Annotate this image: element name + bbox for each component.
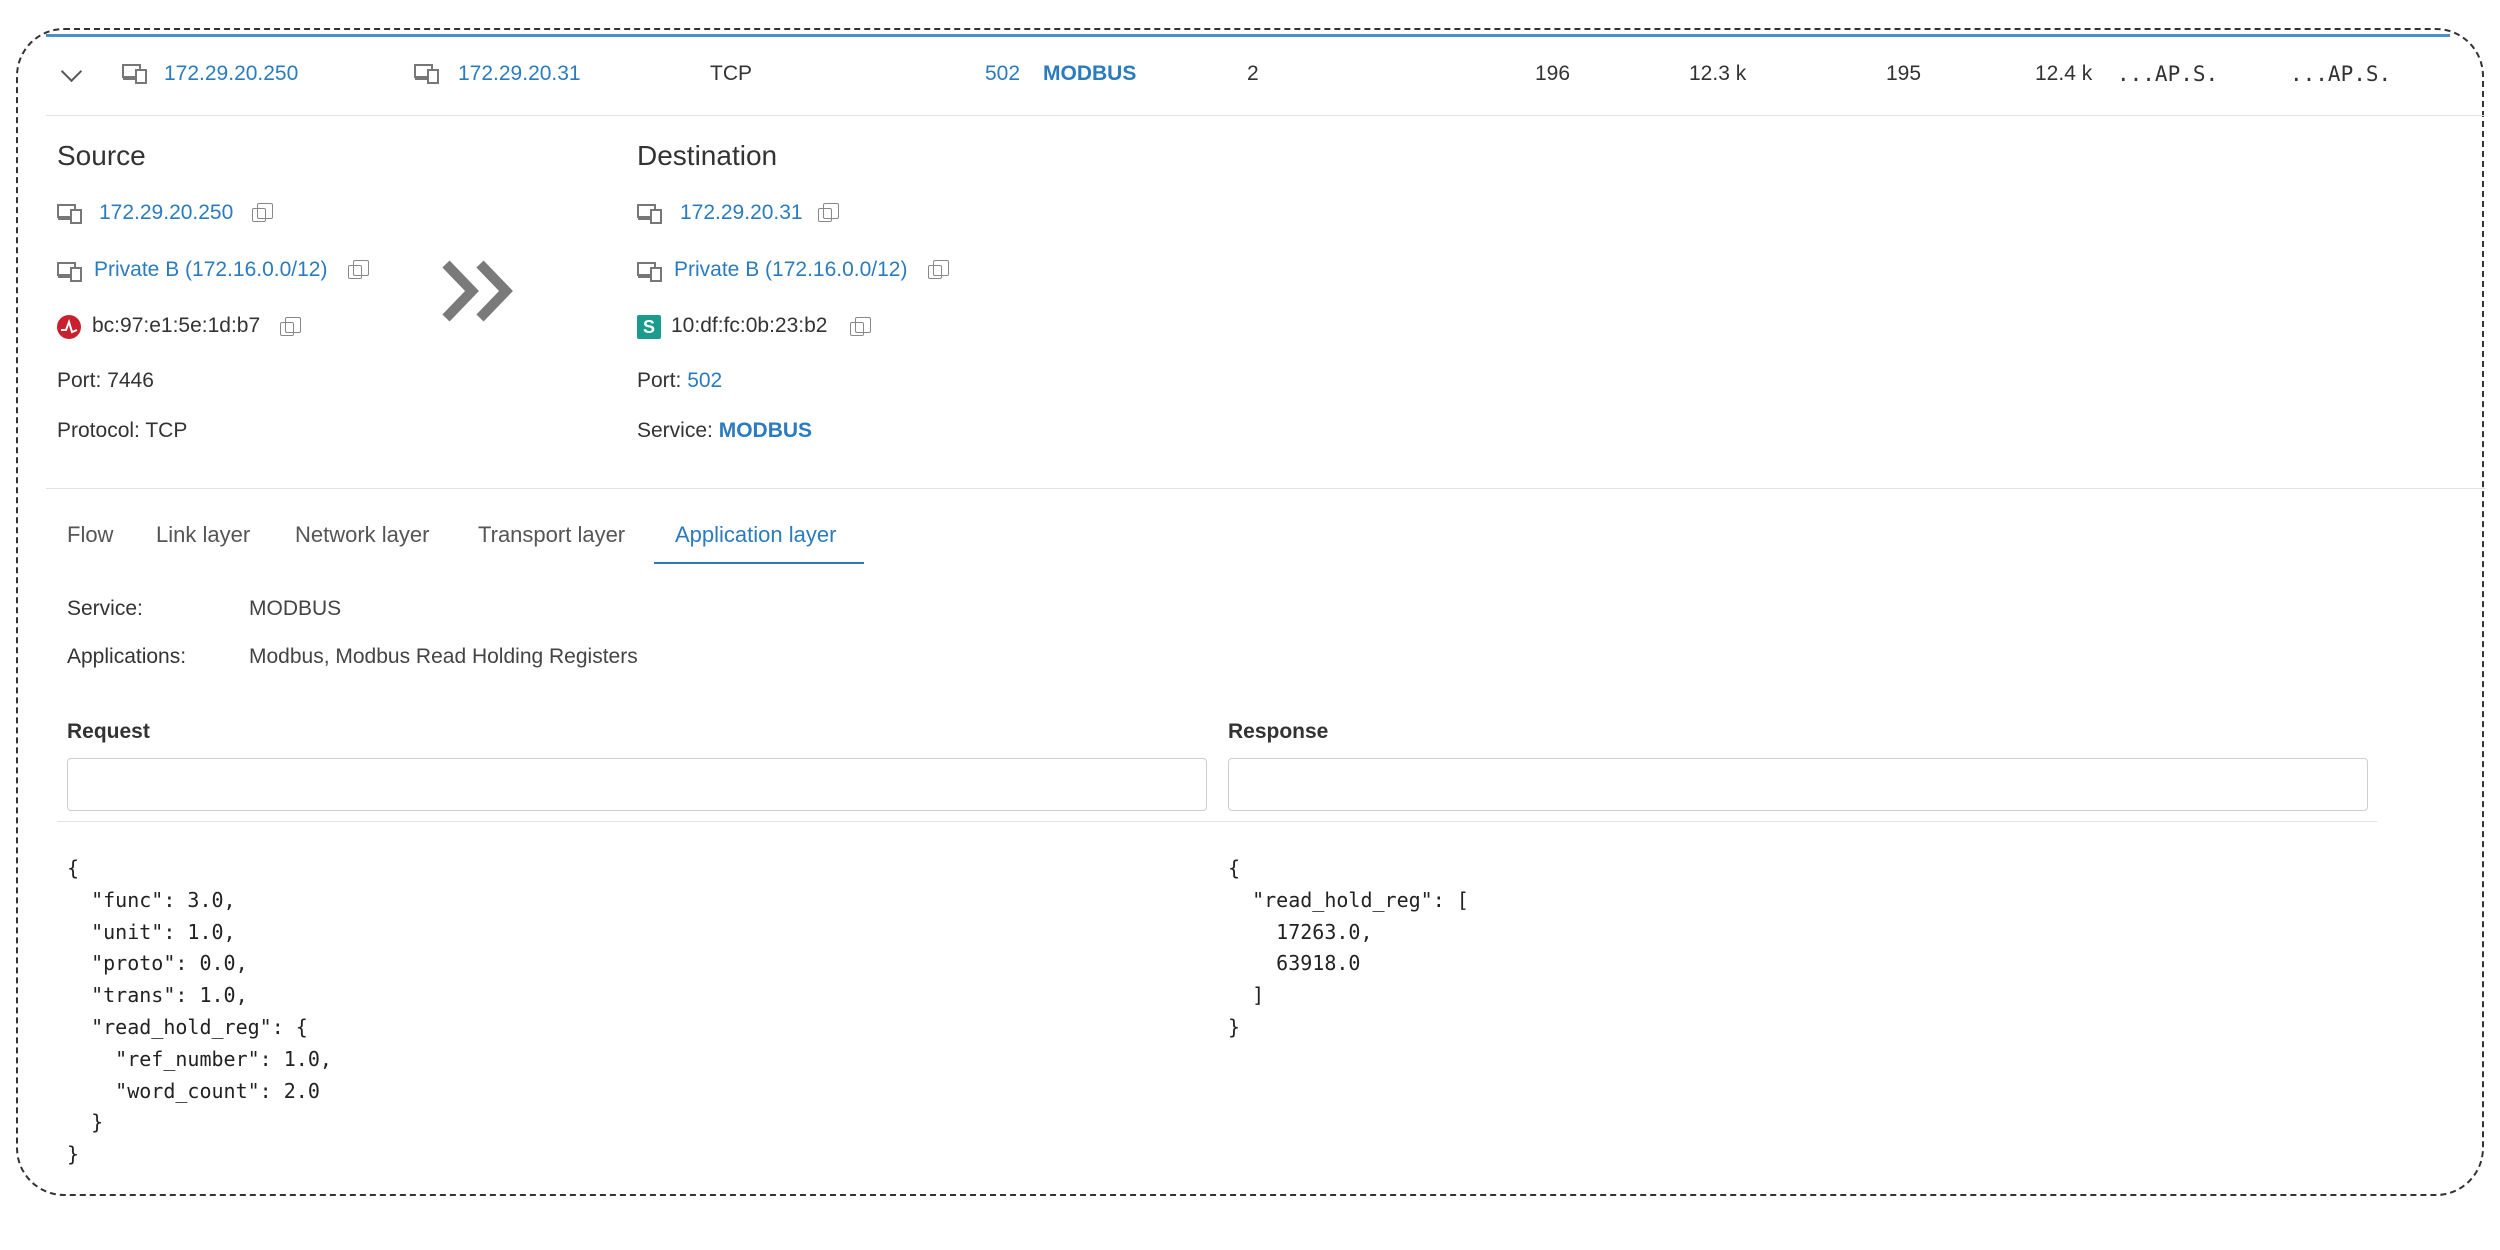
tab-flow[interactable]: Flow — [67, 522, 113, 548]
destination-network[interactable]: Private B (172.16.0.0/12) — [674, 258, 907, 282]
request-label: Request — [67, 720, 150, 743]
flow-protocol: TCP — [710, 62, 752, 85]
app-applications-label: Applications: — [67, 645, 187, 668]
request-json: { "func": 3.0, "unit": 1.0, "proto": 0.0… — [67, 856, 332, 1167]
flow-src-bytes: 196 — [1535, 62, 1571, 85]
copy-icon[interactable] — [850, 317, 871, 336]
flow-src-ip[interactable]: 172.29.20.250 — [164, 62, 298, 86]
active-tab-indicator — [654, 562, 864, 564]
vendor-logo-icon: S — [637, 315, 661, 339]
source-port: Port: 7446 — [57, 369, 154, 393]
source-heading: Source — [57, 140, 146, 171]
app-service-label: Service: — [67, 597, 143, 620]
app-applications-value: Modbus, Modbus Read Holding Registers — [249, 645, 638, 668]
destination-mac: 10:df:fc:0b:23:b2 — [671, 314, 828, 337]
device-host-icon — [637, 204, 662, 224]
destination-ip[interactable]: 172.29.20.31 — [680, 201, 803, 225]
copy-icon[interactable] — [818, 203, 839, 222]
device-host-icon — [122, 64, 147, 84]
network-icon — [637, 262, 662, 282]
response-json: { "read_hold_reg": [ 17263.0, 63918.0 ] … — [1228, 856, 1469, 1039]
copy-icon[interactable] — [252, 203, 273, 222]
source-ip[interactable]: 172.29.20.250 — [99, 201, 233, 225]
copy-icon[interactable] — [928, 260, 949, 279]
network-icon — [57, 262, 82, 282]
destination-service-value[interactable]: MODBUS — [719, 419, 812, 442]
payload-divider — [57, 821, 2377, 822]
destination-service: Service: MODBUS — [637, 419, 812, 443]
destination-port-label: Port: — [637, 369, 682, 392]
row-divider — [46, 115, 2486, 116]
source-port-label: Port: — [57, 369, 102, 392]
source-protocol-value: TCP — [145, 419, 188, 442]
tab-link-layer[interactable]: Link layer — [156, 522, 250, 548]
destination-port-value[interactable]: 502 — [687, 369, 722, 392]
source-mac: bc:97:e1:5e:1d:b7 — [92, 314, 261, 337]
tab-application-layer[interactable]: Application layer — [675, 522, 836, 548]
destination-service-label: Service: — [637, 419, 713, 442]
tab-transport-layer[interactable]: Transport layer — [478, 522, 625, 548]
response-label: Response — [1228, 720, 1329, 743]
response-filter-input[interactable] — [1228, 758, 2368, 811]
source-port-value: 7446 — [107, 369, 154, 392]
source-network[interactable]: Private B (172.16.0.0/12) — [94, 258, 327, 282]
copy-icon[interactable] — [280, 317, 301, 336]
flow-src-tcp-flags: ...AP.S. — [2117, 62, 2219, 86]
double-chevron-right-icon — [442, 260, 513, 322]
destination-heading: Destination — [637, 140, 778, 171]
flow-dst-ip[interactable]: 172.29.20.31 — [458, 62, 581, 86]
flow-dst-volume: 12.4 k — [2035, 62, 2093, 85]
device-host-icon — [57, 204, 82, 224]
destination-port: Port: 502 — [637, 369, 722, 393]
request-filter-input[interactable] — [67, 758, 1207, 811]
flow-packets: 2 — [1247, 62, 1259, 85]
flow-dst-tcp-flags: ...AP.S. — [2290, 62, 2392, 86]
flow-port[interactable]: 502 — [985, 62, 1020, 86]
flow-dst-bytes: 195 — [1886, 62, 1922, 85]
device-host-icon — [414, 64, 439, 84]
flow-src-volume: 12.3 k — [1689, 62, 1747, 85]
section-divider — [46, 488, 2486, 489]
copy-icon[interactable] — [348, 260, 369, 279]
flow-service[interactable]: MODBUS — [1043, 62, 1136, 86]
app-service-value: MODBUS — [249, 597, 342, 620]
tab-network-layer[interactable]: Network layer — [295, 522, 429, 548]
vendor-logo-icon — [57, 315, 81, 339]
selected-row-accent — [46, 34, 2450, 37]
source-protocol: Protocol: TCP — [57, 419, 187, 443]
source-protocol-label: Protocol: — [57, 419, 140, 442]
